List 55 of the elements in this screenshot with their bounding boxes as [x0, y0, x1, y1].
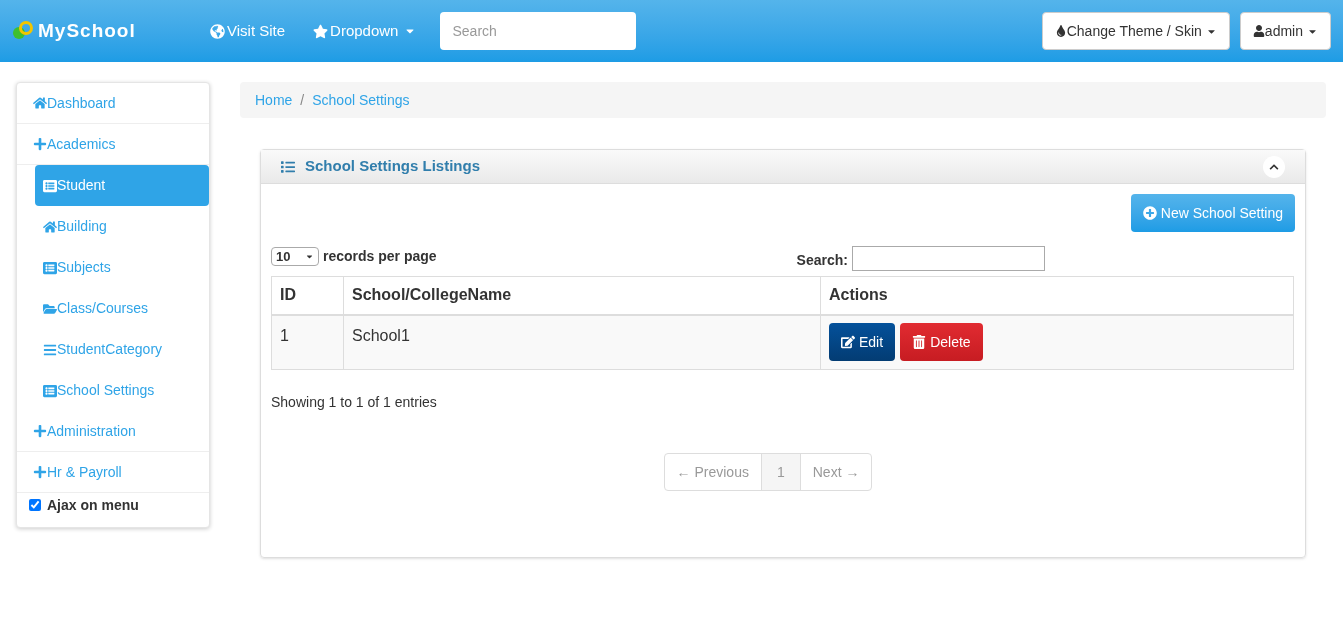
- user-menu-button[interactable]: admin: [1239, 12, 1331, 50]
- sidebar-item[interactable]: Class/Courses: [35, 288, 209, 329]
- list-icon: [281, 159, 295, 174]
- panel-title: School Settings Listings: [305, 156, 480, 177]
- drop-icon: [1054, 25, 1067, 37]
- page-size-select[interactable]: 10: [271, 247, 319, 266]
- breadcrumb-link[interactable]: School Settings: [312, 89, 410, 111]
- sidebar-item[interactable]: Subjects: [35, 247, 209, 288]
- nav-link[interactable]: Visit Site: [210, 19, 286, 43]
- folder-icon: [43, 301, 57, 316]
- globe-icon: [210, 23, 225, 39]
- page-size-label: records per page: [323, 247, 437, 266]
- plus-icon: [33, 424, 47, 438]
- search-field[interactable]: Search: [440, 12, 637, 50]
- edit-icon: [841, 335, 855, 350]
- table-cell: School1: [343, 314, 821, 370]
- table-search-field[interactable]: [851, 246, 1045, 271]
- home-icon: [43, 219, 57, 234]
- brand-name[interactable]: MySchool: [38, 16, 136, 46]
- sidebar-item[interactable]: Student: [35, 165, 209, 206]
- home-icon: [33, 96, 47, 110]
- user-icon: [1252, 25, 1265, 37]
- list-icon: [43, 260, 57, 275]
- sidebar-item[interactable]: StudentCategory: [35, 329, 209, 370]
- new-school-setting-button[interactable]: New School Setting: [1130, 194, 1295, 232]
- column-header: Actions: [820, 276, 1294, 315]
- sidebar-item[interactable]: Building: [35, 206, 209, 247]
- star-icon: [313, 23, 329, 39]
- list-icon: [43, 383, 57, 398]
- search-label: Search:: [796, 251, 848, 270]
- plus-icon: [33, 465, 47, 479]
- page-number-button[interactable]: 1: [760, 454, 801, 490]
- caret-icon: [305, 252, 314, 261]
- theme-button[interactable]: Change Theme / Skin: [1041, 12, 1230, 50]
- sidebar-item[interactable]: Administration: [17, 411, 209, 452]
- edit-button[interactable]: Edit: [829, 323, 896, 362]
- nav-link[interactable]: Dropdown: [313, 19, 417, 43]
- column-header: ID: [271, 276, 344, 315]
- bars-icon: [43, 342, 57, 357]
- breadcrumb-link[interactable]: Home: [255, 89, 293, 111]
- delete-button[interactable]: Delete: [900, 323, 983, 362]
- checkbox-label: Ajax on menu: [47, 495, 139, 515]
- logo-icon: [12, 21, 34, 41]
- sidebar-item[interactable]: School Settings: [35, 370, 209, 411]
- table-cell: 1: [271, 314, 344, 370]
- ajax-checkbox[interactable]: [29, 499, 41, 511]
- sidebar-item[interactable]: Dashboard: [17, 83, 209, 124]
- plus-icon: [33, 137, 47, 151]
- column-header: School/CollegeName: [343, 276, 821, 315]
- collapse-button[interactable]: [1263, 155, 1285, 178]
- entries-info: Showing 1 to 1 of 1 entries: [271, 393, 437, 412]
- breadcrumb-separator: /: [300, 90, 305, 110]
- sidebar-item[interactable]: Hr & Payroll: [17, 452, 209, 493]
- trash-icon: [912, 335, 927, 350]
- list-icon: [43, 178, 57, 193]
